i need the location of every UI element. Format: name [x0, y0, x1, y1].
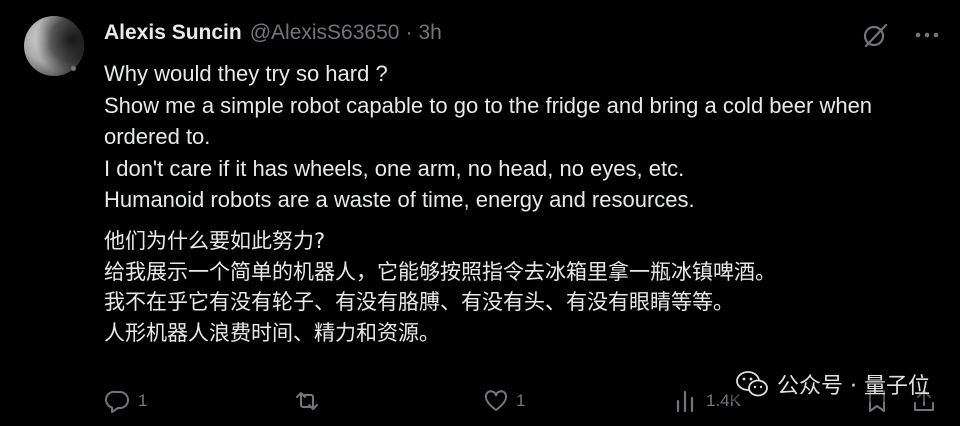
reply-icon: [104, 387, 132, 415]
tweet-line: Why would they try so hard ?: [104, 61, 388, 86]
reply-button[interactable]: 1: [104, 384, 147, 418]
retweet-icon: [292, 387, 322, 415]
author-handle[interactable]: @AlexisS63650: [250, 21, 400, 45]
tweet-line-zh: 他们为什么要如此努力?: [104, 229, 326, 253]
tweet-line: Humanoid robots are a waste of time, ene…: [104, 187, 695, 212]
views-icon: [674, 387, 700, 415]
tweet-text-english: Why would they try so hard ? Show me a s…: [104, 58, 924, 216]
timestamp[interactable]: 3h: [418, 21, 441, 45]
tweet-line-zh: 给我展示一个简单的机器人，它能够按照指令去冰箱里拿一瓶冰镇啤酒。: [104, 259, 776, 284]
thread-indicator: [71, 66, 76, 71]
header-separator: ·: [405, 21, 413, 44]
tweet-text-chinese: 他们为什么要如此努力? 给我展示一个简单的机器人，它能够按照指令去冰箱里拿一瓶冰…: [104, 226, 924, 348]
wechat-logo-icon: [735, 369, 769, 399]
reply-count: 1: [138, 391, 148, 410]
tweet-line-zh: 我不在乎它有没有轮子、有没有胳膊、有没有头、有没有眼睛等等。: [104, 290, 734, 314]
retweet-button[interactable]: [292, 384, 328, 418]
tweet-top-actions: [860, 20, 942, 50]
more-icon[interactable]: [912, 20, 942, 50]
author-name[interactable]: Alexis Suncin: [104, 21, 242, 45]
like-count: 1: [516, 391, 526, 410]
tweet-line-zh: 人形机器人浪费时间、精力和资源。: [104, 320, 440, 345]
wechat-watermark: 公众号 · 量子位: [731, 366, 934, 402]
like-icon: [482, 387, 510, 415]
watermark-label: 公众号 · 量子位: [777, 374, 930, 399]
grok-icon[interactable]: [860, 20, 890, 50]
tweet-line: I don't care if it has wheels, one arm, …: [104, 155, 685, 181]
tweet-line: Show me a simple robot capable to go to …: [104, 92, 873, 150]
tweet-header: Alexis Suncin @AlexisS63650 · 3h: [104, 18, 442, 48]
like-button[interactable]: 1: [482, 384, 525, 418]
